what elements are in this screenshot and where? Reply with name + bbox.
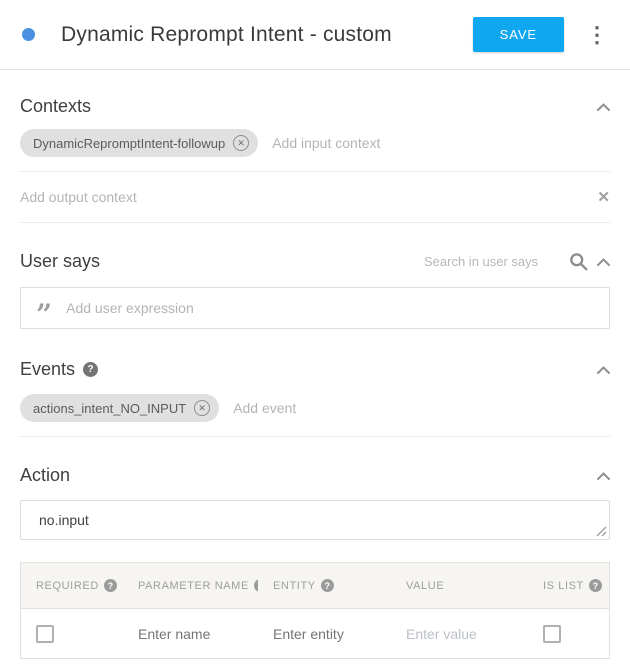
user-expression-box: ”: [20, 287, 610, 329]
parameter-row: [21, 609, 609, 658]
clear-output-context-icon[interactable]: ✕: [597, 188, 610, 206]
column-is-list: IS LIST: [543, 580, 584, 592]
input-context-chip-label: DynamicRepromptIntent-followup: [33, 136, 225, 151]
parameters-table-header: REQUIRED ? PARAMETER NAME ? ENTITY ? VAL…: [21, 563, 609, 609]
events-collapse-chevron-up-icon[interactable]: [597, 366, 610, 374]
page-title: Dynamic Reprompt Intent - custom: [61, 23, 392, 47]
user-says-heading: User says: [20, 251, 100, 272]
required-checkbox[interactable]: [36, 625, 54, 643]
user-says-collapse-chevron-up-icon[interactable]: [597, 258, 610, 266]
column-value: VALUE: [406, 580, 444, 592]
contexts-heading: Contexts: [20, 96, 91, 117]
column-entity: ENTITY: [273, 580, 316, 592]
search-icon[interactable]: [568, 251, 589, 272]
add-user-expression-field[interactable]: [66, 300, 594, 316]
value-field[interactable]: [406, 626, 519, 642]
action-heading: Action: [20, 465, 70, 486]
kebab-menu-icon[interactable]: ⋮: [580, 24, 614, 46]
add-output-context-field[interactable]: [20, 189, 585, 205]
is-list-help-icon[interactable]: ?: [589, 579, 602, 592]
add-event-field[interactable]: [233, 400, 610, 416]
event-chip[interactable]: actions_intent_NO_INPUT ✕: [20, 394, 219, 422]
is-list-checkbox[interactable]: [543, 625, 561, 643]
search-user-says-input[interactable]: [424, 254, 562, 269]
remove-input-context-icon[interactable]: ✕: [233, 135, 249, 151]
contexts-section: Contexts DynamicRepromptIntent-followup …: [0, 96, 630, 223]
user-says-section: User says ”: [0, 251, 630, 329]
event-chip-label: actions_intent_NO_INPUT: [33, 401, 186, 416]
column-required: REQUIRED: [36, 580, 99, 592]
parameters-table: REQUIRED ? PARAMETER NAME ? ENTITY ? VAL…: [20, 562, 610, 659]
add-input-context-field[interactable]: [272, 135, 610, 151]
contexts-collapse-chevron-up-icon[interactable]: [597, 103, 610, 111]
column-parameter-name: PARAMETER NAME: [138, 580, 249, 592]
intent-header: Dynamic Reprompt Intent - custom SAVE ⋮: [0, 0, 630, 70]
remove-event-icon[interactable]: ✕: [194, 400, 210, 416]
input-contexts-row: DynamicRepromptIntent-followup ✕: [20, 129, 610, 172]
save-button[interactable]: SAVE: [473, 17, 564, 52]
required-help-icon[interactable]: ?: [104, 579, 117, 592]
events-section: Events ? actions_intent_NO_INPUT ✕: [0, 359, 630, 437]
action-name-field[interactable]: [39, 512, 591, 528]
input-context-chip[interactable]: DynamicRepromptIntent-followup ✕: [20, 129, 258, 157]
events-row: actions_intent_NO_INPUT ✕: [20, 394, 610, 437]
events-heading: Events: [20, 359, 75, 380]
output-contexts-row: ✕: [20, 172, 610, 223]
parameter-name-field[interactable]: [138, 626, 258, 642]
resize-handle-icon[interactable]: [596, 526, 607, 537]
entity-field[interactable]: [273, 626, 391, 642]
events-help-icon[interactable]: ?: [83, 362, 98, 377]
action-input-box: [20, 500, 610, 540]
intent-status-dot-icon: [22, 28, 35, 41]
entity-help-icon[interactable]: ?: [321, 579, 334, 592]
action-section: Action: [0, 465, 630, 540]
action-collapse-chevron-up-icon[interactable]: [597, 472, 610, 480]
